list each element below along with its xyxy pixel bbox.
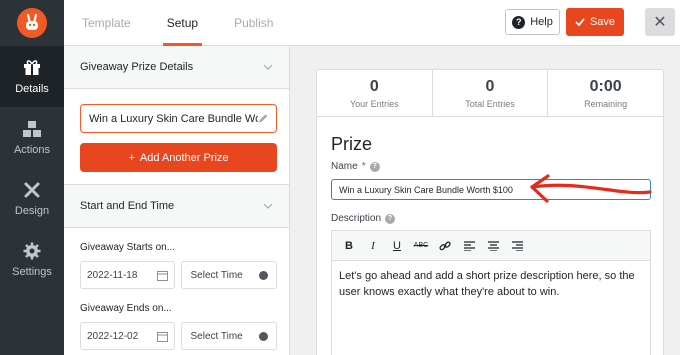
end-datetime-row: 2022-12-02 Select Time <box>80 322 277 350</box>
close-icon: ✕ <box>653 14 667 31</box>
settings-panel: Giveaway Prize Details Win a Luxury Skin… <box>64 46 290 355</box>
chevron-down-icon <box>263 62 273 73</box>
save-label: Save <box>589 16 616 28</box>
tab-publish[interactable]: Publish <box>216 0 291 46</box>
description-editor: B I U ABC Let's go ahead and add a short… <box>331 230 651 355</box>
description-text[interactable]: Let's go ahead and add a short prize des… <box>332 261 650 307</box>
stat-your-entries: 0 Your Entries <box>317 70 433 116</box>
tab-bar: Template Setup Publish <box>64 0 291 46</box>
sidebar-item-label: Settings <box>12 265 52 278</box>
close-button[interactable]: ✕ <box>645 8 675 36</box>
section-title: Giveaway Prize Details <box>80 61 194 73</box>
help-button[interactable]: ? Help <box>505 9 560 35</box>
calendar-icon <box>157 331 169 342</box>
design-tools-icon <box>22 181 42 199</box>
align-left-icon[interactable] <box>460 237 478 255</box>
stat-value: 0:00 <box>589 77 622 95</box>
align-center-icon[interactable] <box>484 237 502 255</box>
cubes-icon <box>22 120 42 138</box>
ends-label: Giveaway Ends on... <box>80 303 172 314</box>
end-time-input[interactable]: Select Time <box>181 322 277 350</box>
start-time-placeholder: Select Time <box>190 269 243 281</box>
tab-template[interactable]: Template <box>64 0 149 46</box>
editor-toolbar: B I U ABC <box>332 231 650 261</box>
annotation-arrow-icon <box>530 174 652 203</box>
stat-label: Your Entries <box>349 98 399 109</box>
start-date-value: 2022-11-18 <box>87 269 138 281</box>
stat-value: 0 <box>369 77 379 95</box>
underline-icon[interactable]: U <box>388 237 406 255</box>
sidebar-item-details[interactable]: Details <box>0 46 64 107</box>
pencil-icon[interactable] <box>258 113 268 124</box>
italic-icon[interactable]: I <box>364 237 382 255</box>
bold-icon[interactable]: B <box>340 237 358 255</box>
description-label-text: Description <box>331 213 382 224</box>
sidebar-item-label: Actions <box>13 143 51 156</box>
plus-icon: + <box>128 151 135 164</box>
strikethrough-icon[interactable]: ABC <box>412 237 430 255</box>
link-icon[interactable] <box>436 237 454 255</box>
add-prize-label: Add Another Prize <box>139 151 229 164</box>
question-icon: ? <box>512 15 526 29</box>
sidebar-item-settings[interactable]: Settings <box>0 229 64 290</box>
gift-icon <box>22 59 42 77</box>
icon-sidebar: Details Actions Design Settings <box>0 46 64 355</box>
align-right-icon[interactable] <box>508 237 526 255</box>
starts-label: Giveaway Starts on... <box>80 242 176 253</box>
name-label: Name * ? <box>331 161 380 172</box>
prize-name-field[interactable]: Win a Luxury Skin Care Bundle Wo... <box>80 104 277 133</box>
clock-icon <box>259 270 268 280</box>
section-title: Start and End Time <box>80 200 175 212</box>
tab-setup[interactable]: Setup <box>149 0 216 46</box>
sidebar-item-design[interactable]: Design <box>0 168 64 229</box>
description-label: Description ? <box>331 213 396 224</box>
stat-label: Remaining <box>584 98 628 109</box>
sidebar-item-label: Details <box>15 82 49 95</box>
stat-value: 0 <box>485 77 495 95</box>
calendar-icon <box>157 270 169 281</box>
sidebar-item-label: Design <box>14 204 50 217</box>
end-date-value: 2022-12-02 <box>87 330 139 342</box>
chevron-down-icon <box>263 201 273 212</box>
stat-total-entries: 0 Total Entries <box>433 70 549 116</box>
end-time-placeholder: Select Time <box>190 330 243 342</box>
sidebar-item-actions[interactable]: Actions <box>0 107 64 168</box>
prize-heading: Prize <box>331 134 373 154</box>
start-date-input[interactable]: 2022-11-18 <box>80 261 176 289</box>
checkmark-icon <box>575 18 585 27</box>
entry-stats: 0 Your Entries 0 Total Entries 0:00 Rema… <box>317 70 663 117</box>
gear-icon <box>22 242 42 260</box>
start-datetime-row: 2022-11-18 Select Time <box>80 261 277 289</box>
giveaway-preview-card: 0 Your Entries 0 Total Entries 0:00 Rema… <box>316 69 664 355</box>
name-label-text: Name <box>331 161 358 172</box>
required-mark: * <box>361 161 366 172</box>
rabbit-logo-icon <box>17 8 47 38</box>
app-logo[interactable] <box>0 0 64 46</box>
clock-icon <box>259 331 268 341</box>
help-icon[interactable]: ? <box>369 161 380 172</box>
prize-name-value: Win a Luxury Skin Care Bundle Wo... <box>89 112 258 125</box>
end-date-input[interactable]: 2022-12-02 <box>80 322 176 350</box>
prize-details-section-header[interactable]: Giveaway Prize Details <box>64 46 289 89</box>
help-label: Help <box>530 16 553 28</box>
add-prize-button[interactable]: + Add Another Prize <box>80 143 277 172</box>
time-section-header[interactable]: Start and End Time <box>64 185 289 228</box>
stat-label: Total Entries <box>465 98 515 109</box>
help-icon[interactable]: ? <box>385 213 396 224</box>
start-time-input[interactable]: Select Time <box>181 261 277 289</box>
save-button[interactable]: Save <box>566 8 624 36</box>
stat-remaining: 0:00 Remaining <box>548 70 663 116</box>
top-bar: Template Setup Publish ? Help Save ✕ <box>0 0 680 46</box>
